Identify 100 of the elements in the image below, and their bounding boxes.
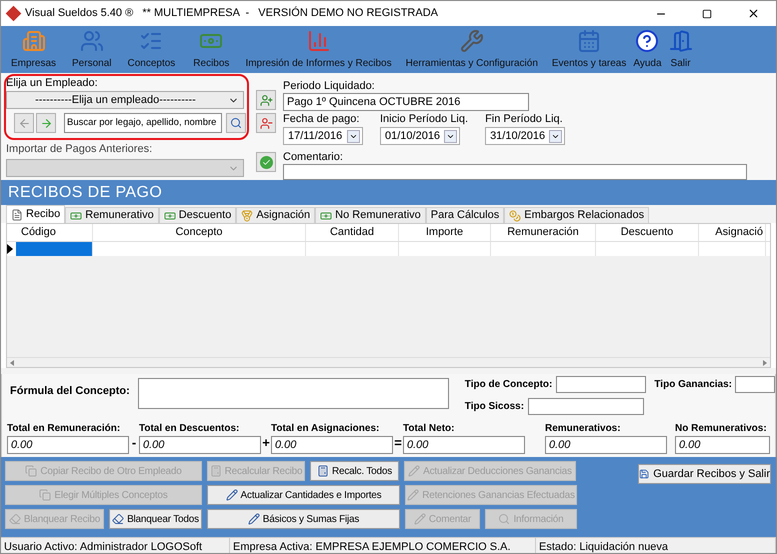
close-icon xyxy=(746,7,760,20)
column-header[interactable]: Importe xyxy=(399,224,491,241)
field-label: Total en Descuentos: xyxy=(139,422,240,435)
remove-employee-button[interactable] xyxy=(256,113,276,133)
tab[interactable]: No Remunerativo xyxy=(315,207,426,223)
column-header[interactable]: Remuneración xyxy=(491,224,596,241)
dropdown-icon xyxy=(549,130,562,142)
field-label: Inicio Período Liq. xyxy=(380,113,468,126)
employee-select[interactable]: ----------Elija un empleado---------- xyxy=(6,91,244,109)
toolbar-button[interactable]: Eventos y tareas xyxy=(552,29,626,71)
tab[interactable]: Para Cálculos xyxy=(426,207,504,223)
save-icon xyxy=(639,468,650,480)
field-label: Total en Remuneración: xyxy=(7,422,122,435)
check-icon xyxy=(260,156,272,168)
calculator-icon xyxy=(316,465,329,477)
next-button[interactable] xyxy=(36,113,56,133)
tab[interactable]: Remunerativo xyxy=(65,207,159,223)
total-field[interactable]: 0.00 xyxy=(271,436,393,454)
search-button[interactable] xyxy=(226,113,246,133)
status-text: Empresa Activa: EMPRESA EJEMPLO COMERCIO S.A. xyxy=(230,538,536,553)
date-field[interactable]: 17/11/2016 xyxy=(283,127,363,145)
total-field[interactable]: 0.00 xyxy=(7,436,129,454)
comment-field[interactable] xyxy=(283,164,747,180)
action-button[interactable]: Recalc. Todos xyxy=(310,461,399,481)
pencil-icon xyxy=(226,489,238,501)
column-header[interactable]: Código xyxy=(16,224,93,241)
column-header[interactable]: Cantidad xyxy=(306,224,399,241)
earnings-type-field[interactable] xyxy=(735,376,775,393)
toolbar-button[interactable]: Empresas xyxy=(11,29,56,71)
calendar-icon xyxy=(577,29,602,53)
tab[interactable]: Embargos Relacionados xyxy=(504,207,650,223)
toolbar-button[interactable]: Personal xyxy=(72,29,112,71)
total-field[interactable]: 0.00 xyxy=(675,436,770,454)
field-label: Tipo de Concepto: xyxy=(464,378,552,392)
field-label: No Remunerativos: xyxy=(675,422,768,435)
column-header[interactable]: Concepto xyxy=(93,224,306,241)
field-label: Tipo Ganancias: xyxy=(654,378,732,392)
people-icon xyxy=(80,29,104,53)
toolbar-button[interactable]: Recibos xyxy=(193,29,230,71)
field-label: Total en Asignaciones: xyxy=(271,422,380,435)
search-field[interactable]: Buscar por legajo, apellido, nombre xyxy=(64,113,222,133)
pencil-icon xyxy=(414,513,426,525)
total-field[interactable]: 0.00 xyxy=(545,436,667,454)
toolbar-button[interactable]: Salir xyxy=(668,29,693,71)
field-label: Fin Período Liq. xyxy=(485,113,564,126)
field-label: Importar de Pagos Anteriores: xyxy=(6,143,152,156)
pencil-icon xyxy=(408,465,420,477)
field-label: Tipo Sicoss: xyxy=(464,400,524,414)
column-header[interactable]: Descuento xyxy=(596,224,699,241)
concept-type-field[interactable] xyxy=(556,376,646,393)
toolbar-button[interactable]: Ayuda xyxy=(633,29,662,71)
section-header: RECIBOS DE PAGO xyxy=(1,180,776,205)
table-row[interactable] xyxy=(7,242,770,256)
field-label: Elija un Empleado: xyxy=(6,77,99,90)
status-text: Estado: Liquidación nueva xyxy=(536,538,776,553)
coins-icon xyxy=(509,210,522,222)
add-user-icon xyxy=(260,94,272,106)
horizontal-scrollbar[interactable] xyxy=(7,357,770,367)
date-field[interactable]: 01/10/2016 xyxy=(380,127,460,145)
banknote-icon xyxy=(164,210,176,222)
pencil-icon xyxy=(407,489,420,501)
operator-symbol: = xyxy=(393,434,403,452)
field-label: Total Neto: xyxy=(403,422,456,435)
action-button[interactable]: Básicos y Sumas Fijas xyxy=(207,509,400,529)
arrow-left-icon xyxy=(18,116,30,130)
tab[interactable]: Asignación xyxy=(236,207,316,223)
field-label: Fórmula del Concepto: xyxy=(10,385,130,398)
copy-icon xyxy=(25,465,38,477)
search-icon xyxy=(498,513,510,525)
dropdown-icon xyxy=(444,130,457,142)
eraser-icon xyxy=(112,513,124,525)
formula-field[interactable] xyxy=(138,378,449,409)
banknote-icon xyxy=(70,210,82,222)
total-field[interactable]: 0.00 xyxy=(403,436,525,454)
date-field[interactable]: 31/10/2016 xyxy=(485,127,566,145)
arrow-right-icon xyxy=(40,116,52,130)
field-label: Remunerativos: xyxy=(545,422,622,435)
total-field[interactable]: 0.00 xyxy=(139,436,261,454)
banknote-icon xyxy=(320,210,332,222)
building-icon xyxy=(22,29,46,53)
confirm-button[interactable] xyxy=(256,152,276,172)
previous-button[interactable] xyxy=(14,113,34,133)
field-label: Fecha de pago: xyxy=(283,113,360,126)
action-button[interactable]: Blanquear Todos xyxy=(109,509,202,529)
add-employee-button[interactable] xyxy=(256,90,276,110)
tab[interactable]: Descuento xyxy=(158,207,236,223)
tab[interactable]: Recibo xyxy=(6,205,66,223)
column-header[interactable]: Asignació xyxy=(699,224,766,241)
sicoss-type-field[interactable] xyxy=(528,398,644,415)
status-text: Usuario Activo: Administrador LOGOSoft xyxy=(1,538,230,553)
toolbar-button[interactable]: Impresión de Informes y Recibos xyxy=(245,29,392,71)
toolbar-button[interactable]: Herramientas y Configuración xyxy=(406,29,538,71)
calculator-icon xyxy=(210,465,222,477)
action-button[interactable]: Actualizar Cantidades e Importes xyxy=(207,485,400,505)
toolbar-button[interactable]: Conceptos xyxy=(127,29,176,71)
period-field[interactable]: Pago 1º Quincena OCTUBRE 2016 xyxy=(283,93,529,111)
document-icon xyxy=(11,208,23,220)
save-button[interactable]: Guardar Recibos y Salir xyxy=(638,464,771,484)
remove-user-icon xyxy=(260,116,272,130)
window-title: Visual Sueldos 5.40 ® ** MULTIEMPRESA - VERSIÓN DEMO NO REGISTRADA xyxy=(25,6,438,22)
